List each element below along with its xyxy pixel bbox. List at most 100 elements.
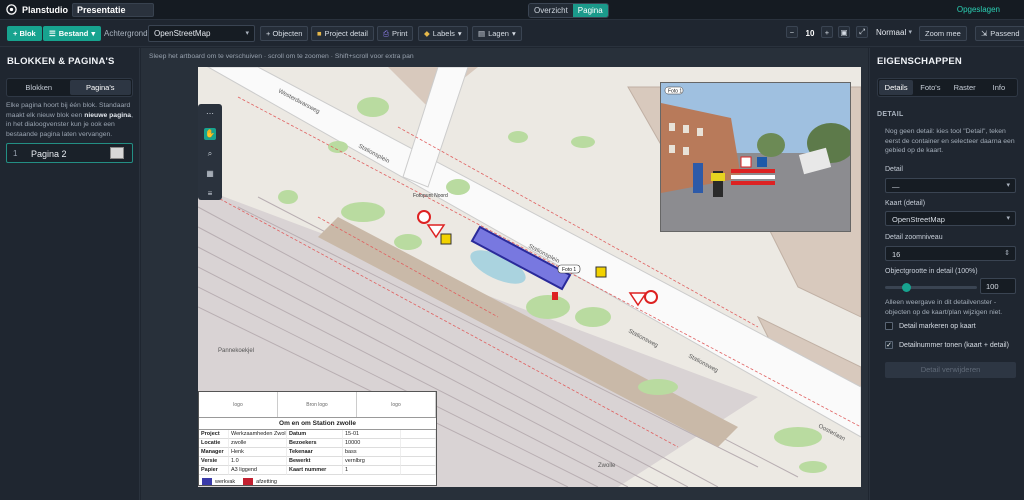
project-name-input[interactable]: Presentatie (72, 3, 154, 17)
chevron-down-icon: ▾ (1006, 182, 1010, 189)
tb-key: Kaart nummer (287, 466, 343, 475)
map-detail-select[interactable]: OpenStreetMap ▾ (885, 211, 1016, 226)
background-select[interactable]: OpenStreetMap ▾ (148, 25, 255, 42)
tb-key: Papier (199, 466, 229, 475)
checkbox-icon[interactable] (885, 322, 893, 330)
checkbox-checked-icon[interactable]: ✓ (885, 341, 893, 349)
photo-inset[interactable]: Foto 1 (660, 82, 851, 232)
checkbox-label: Detailnummer tonen (kaart + detail) (899, 341, 1009, 349)
street-label-pannekoekjel: Pannekoekjel (218, 348, 254, 354)
fullscreen-button[interactable]: ⤢ (856, 26, 868, 38)
detail-select[interactable]: — ▾ (885, 178, 1016, 193)
title-block-title: Om en om Station zwolle (199, 418, 436, 430)
zoom-with-button[interactable]: Zoom mee (919, 26, 967, 41)
zoom-mode-select[interactable]: Normaal ▾ (871, 25, 917, 42)
zoom-level: 10 (805, 29, 815, 38)
detail-select-value: — (892, 182, 900, 191)
tb-value: A3 liggend (229, 466, 287, 475)
tab-details[interactable]: Details (879, 80, 914, 95)
mark-detail-checkbox[interactable]: Detail markeren op kaart (885, 322, 976, 330)
tab-blokken[interactable]: Blokken (8, 80, 70, 95)
tb-key: Project (199, 430, 229, 439)
tb-key: Locatie (199, 439, 229, 448)
tab-info[interactable]: Info (982, 80, 1016, 95)
chevron-down-icon: ▾ (91, 29, 96, 38)
title-block-legend: werkvak afzetting (199, 475, 436, 488)
map-detail-label: Kaart (detail) (885, 200, 926, 207)
planstudio-logo-icon (6, 4, 17, 15)
saved-status: Opgeslagen (956, 5, 1000, 14)
labels-button[interactable]: ◆ Labels ▾ (418, 26, 468, 41)
page-name: Pagina 2 (31, 149, 67, 159)
legend-label: afzetting (256, 478, 277, 485)
zoom-detail-input[interactable]: 16 ⇕ (885, 246, 1016, 261)
tab-fotos[interactable]: Foto's (913, 80, 947, 95)
fit-screen-button[interactable]: ▣ (838, 26, 850, 38)
layers-button[interactable]: ▤ Lagen ▾ (472, 26, 522, 41)
remove-detail-button[interactable]: Detail verwijderen (885, 362, 1016, 378)
logo-right: logo (357, 392, 436, 417)
street-label-zwolle: Zwolle (598, 463, 616, 469)
fit-label: Passend (990, 29, 1020, 38)
tb-key: Tekenaar (287, 448, 343, 457)
slider-thumb[interactable] (901, 283, 911, 292)
print-label: Print (392, 29, 408, 38)
plus-icon: + (824, 27, 830, 37)
canvas-hint: Sleep het artboard om te verschuiven · s… (149, 53, 414, 60)
layers-icon: ▤ (478, 29, 486, 38)
marker-fotopunt-noord: Fotopunt Noord (413, 193, 448, 199)
hand-tool-icon[interactable]: ✋ (204, 128, 216, 140)
tb-key: Bewerkt (287, 457, 343, 466)
blocks-pages-panel: BLOKKEN & PAGINA'S Blokken Pagina's Elke… (0, 48, 140, 500)
panel-title: EIGENSCHAPPEN (877, 56, 962, 67)
zoom-tool-icon[interactable]: ⌕ (204, 148, 216, 160)
chevron-down-icon: ▾ (457, 29, 462, 38)
zoom-out-button[interactable]: − (786, 26, 798, 38)
title-block[interactable]: logo Bron logo logo Om en om Station zwo… (198, 391, 437, 486)
project-detail-button[interactable]: ■ Project detail (311, 26, 374, 41)
existing-dropdown-button[interactable]: ☰ Bestand ▾ (43, 26, 102, 41)
tab-overzicht[interactable]: Overzicht (529, 4, 573, 17)
object-size-label: Objectgrootte in detail (100%) (885, 268, 978, 275)
tab-raster[interactable]: Raster (948, 80, 982, 95)
detail-tool-icon[interactable]: ▦ (204, 168, 216, 180)
title-block-table: Project Werkzaamheden Zwolle Datum 15-01 Lo… (199, 430, 436, 475)
fit-button[interactable]: ⇲ Passend (975, 26, 1024, 41)
print-button[interactable]: ⎙ Print (377, 26, 414, 41)
tab-paginas[interactable]: Pagina's (69, 80, 131, 95)
object-size-input[interactable]: 100 (980, 278, 1016, 294)
tb-value: 1 (343, 466, 401, 475)
stepper-icon: ⇕ (1004, 250, 1010, 257)
page-list-item[interactable]: 1 Pagina 2 (6, 143, 133, 163)
select-icon[interactable]: ⋯ (204, 108, 216, 120)
view-toggle: Overzicht Pagina (528, 3, 609, 18)
zoom-in-button[interactable]: + (821, 26, 833, 38)
canvas-tools: ⋯ ✋ ⌕ ▦ ≡ (198, 104, 222, 200)
tab-pagina[interactable]: Pagina (572, 4, 608, 17)
tag-icon: ◆ (424, 29, 430, 38)
afzetting-swatch (243, 478, 254, 485)
properties-panel: EIGENSCHAPPEN Details Foto's Raster Info… (869, 48, 1024, 500)
chevron-down-icon: ▾ (908, 29, 912, 36)
legend-item-afzetting: afzetting (243, 478, 277, 485)
objects-button[interactable]: + Objecten (260, 26, 309, 41)
help-text-bold: nieuwe pagina (84, 111, 132, 119)
checkbox-label: Detail markeren op kaart (899, 322, 976, 330)
tb-value: Werkzaamheden Zwolle (229, 430, 287, 439)
tb-value: bass (343, 448, 401, 457)
logo-middle: Bron logo (278, 392, 357, 417)
page-thumbnail (110, 147, 124, 159)
show-detail-number-checkbox[interactable]: ✓ Detailnummer tonen (kaart + detail) (885, 341, 1009, 349)
left-tabs: Blokken Pagina's (6, 78, 133, 97)
add-block-button[interactable]: + Blok (7, 26, 42, 41)
objects-label: + Objecten (266, 29, 303, 38)
folder-icon: ■ (317, 29, 322, 38)
app-logo: Planstudio (6, 4, 68, 15)
object-size-slider[interactable] (885, 283, 977, 292)
pages-help-text: Elke pagina hoort bij één blok. Standaar… (6, 101, 136, 139)
print-icon: ⎙ (383, 28, 389, 38)
background-label: Achtergrond (104, 29, 148, 38)
street-photo: Foto 1 (661, 83, 850, 231)
menu-icon[interactable]: ≡ (204, 188, 216, 200)
legend-label: werkvak (215, 478, 236, 485)
